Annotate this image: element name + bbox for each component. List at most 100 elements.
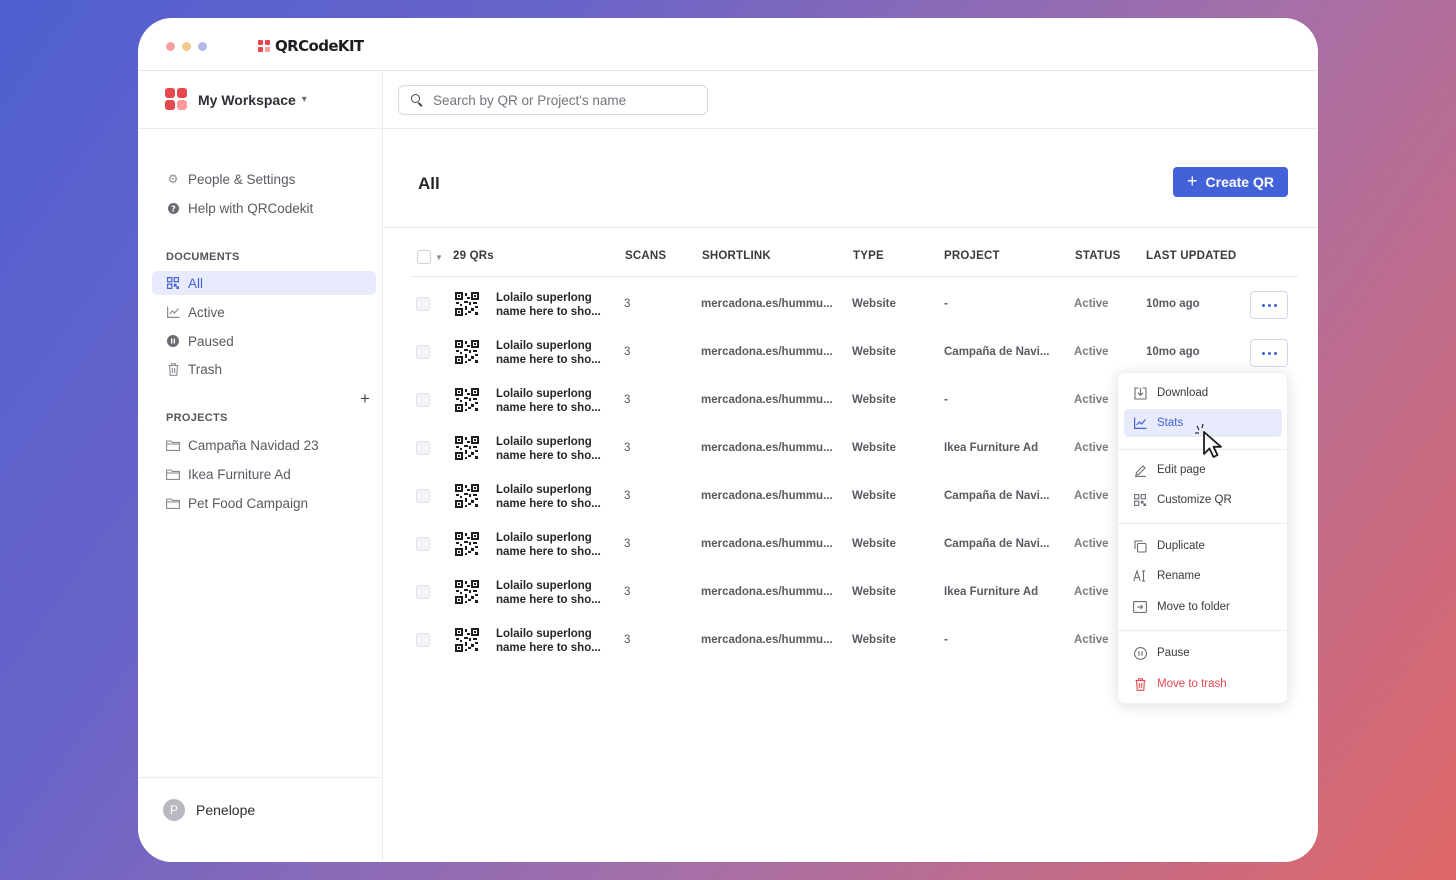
type-cell: Website bbox=[852, 538, 896, 550]
menu-item-label: Rename bbox=[1157, 570, 1201, 582]
menu-item-duplicate[interactable]: Duplicate bbox=[1124, 532, 1282, 560]
sidebar-item-people-settings[interactable]: ⚙ People & Settings bbox=[152, 167, 376, 191]
row-checkbox[interactable] bbox=[416, 345, 430, 359]
app-window: QRCodeKIT My Workspace ▾ ⚙ People & Sett… bbox=[138, 18, 1318, 862]
rename-icon bbox=[1133, 569, 1147, 583]
sidebar-item-label: Paused bbox=[188, 333, 234, 349]
select-all-checkbox[interactable] bbox=[417, 250, 431, 264]
status-cell: Active bbox=[1074, 442, 1109, 454]
row-checkbox[interactable] bbox=[416, 441, 430, 455]
divider bbox=[411, 276, 1298, 277]
sidebar-item-label: Help with QRCodekit bbox=[188, 200, 314, 216]
shortlink-cell[interactable]: mercadona.es/hummu... bbox=[701, 634, 833, 646]
qr-name-line: Lolailo superlong bbox=[496, 484, 592, 496]
column-header-type[interactable]: TYPE bbox=[853, 250, 884, 262]
workspace-switcher[interactable]: My Workspace ▾ bbox=[165, 88, 307, 111]
shortlink-cell[interactable]: mercadona.es/hummu... bbox=[701, 442, 833, 454]
window-minimize-dot[interactable] bbox=[182, 42, 191, 51]
qr-name-line: Lolailo superlong bbox=[496, 292, 592, 304]
menu-item-rename[interactable]: Rename bbox=[1124, 562, 1282, 590]
dot bbox=[1261, 351, 1265, 355]
shortlink-cell[interactable]: mercadona.es/hummu... bbox=[701, 538, 833, 550]
search-box[interactable] bbox=[398, 85, 708, 115]
qr-name-line: Lolailo superlong bbox=[496, 580, 592, 592]
sidebar-item-project-campana[interactable]: Campaña Navidad 23 bbox=[152, 433, 376, 457]
user-menu[interactable]: P Penelope bbox=[163, 799, 255, 821]
column-header-shortlink[interactable]: SHORTLINK bbox=[702, 250, 771, 262]
qr-name[interactable]: Lolailo superlong name here to sho... bbox=[496, 339, 606, 367]
window-zoom-dot[interactable] bbox=[198, 42, 207, 51]
table-row[interactable]: Lolailo superlong name here to sho... 3 mer… bbox=[383, 281, 1318, 329]
shortlink-cell[interactable]: mercadona.es/hummu... bbox=[701, 586, 833, 598]
row-checkbox[interactable] bbox=[416, 297, 430, 311]
qr-thumbnail bbox=[455, 484, 479, 508]
menu-item-move-to-trash[interactable]: Move to trash bbox=[1124, 670, 1282, 698]
menu-item-move-to-folder[interactable]: Move to folder bbox=[1124, 593, 1282, 621]
qr-name[interactable]: Lolailo superlong name here to sho... bbox=[496, 435, 606, 463]
table-row[interactable]: Lolailo superlong name here to sho... 3 mer… bbox=[383, 329, 1318, 377]
menu-divider bbox=[1118, 523, 1289, 524]
project-cell: - bbox=[944, 634, 948, 646]
avatar: P bbox=[163, 799, 185, 821]
project-cell: Ikea Furniture Ad bbox=[944, 586, 1039, 598]
select-all-control[interactable]: ▼ bbox=[417, 250, 443, 264]
create-qr-button[interactable]: + Create QR bbox=[1173, 167, 1288, 197]
sidebar-item-help[interactable]: ? Help with QRCodekit bbox=[152, 196, 376, 220]
row-checkbox[interactable] bbox=[416, 585, 430, 599]
qr-name[interactable]: Lolailo superlong name here to sho... bbox=[496, 531, 606, 559]
scans-cell: 3 bbox=[624, 394, 631, 406]
chevron-down-icon[interactable]: ▼ bbox=[435, 253, 443, 262]
window-close-dot[interactable] bbox=[166, 42, 175, 51]
add-project-button[interactable]: + bbox=[360, 389, 370, 409]
qr-name-line: Lolailo superlong bbox=[496, 340, 592, 352]
qr-name-line: name here to sho... bbox=[496, 354, 601, 366]
row-checkbox[interactable] bbox=[416, 633, 430, 647]
qr-name[interactable]: Lolailo superlong name here to sho... bbox=[496, 291, 606, 319]
sidebar-item-active[interactable]: Active bbox=[152, 300, 376, 324]
menu-item-customize-qr[interactable]: Customize QR bbox=[1124, 486, 1282, 514]
column-header-status[interactable]: STATUS bbox=[1075, 250, 1121, 262]
row-checkbox[interactable] bbox=[416, 393, 430, 407]
column-header-last-updated[interactable]: LAST UPDATED bbox=[1146, 250, 1236, 262]
more-actions-button[interactable] bbox=[1250, 291, 1288, 319]
qr-name[interactable]: Lolailo superlong name here to sho... bbox=[496, 483, 606, 511]
menu-item-label: Download bbox=[1157, 387, 1209, 399]
scans-cell: 3 bbox=[624, 538, 631, 550]
page-title: All bbox=[418, 174, 440, 193]
menu-item-label: Customize QR bbox=[1157, 494, 1232, 506]
shortlink-cell[interactable]: mercadona.es/hummu... bbox=[701, 490, 833, 502]
column-header-project[interactable]: PROJECT bbox=[944, 250, 1000, 262]
chart-line-icon bbox=[166, 305, 180, 319]
project-cell: - bbox=[944, 298, 948, 310]
scans-cell: 3 bbox=[624, 298, 631, 310]
qr-count-header: 29 QRs bbox=[453, 250, 494, 262]
divider bbox=[383, 227, 1318, 228]
sidebar: My Workspace ▾ ⚙ People & Settings ? Hel… bbox=[138, 71, 383, 862]
column-header-scans[interactable]: SCANS bbox=[625, 250, 666, 262]
menu-item-download[interactable]: Download bbox=[1124, 379, 1282, 407]
row-checkbox[interactable] bbox=[416, 489, 430, 503]
shortlink-cell[interactable]: mercadona.es/hummu... bbox=[701, 298, 833, 310]
more-actions-button[interactable] bbox=[1250, 339, 1288, 367]
documents-section-label: DOCUMENTS bbox=[166, 251, 240, 263]
sidebar-item-trash[interactable]: Trash bbox=[152, 357, 376, 381]
scans-cell: 3 bbox=[624, 586, 631, 598]
sidebar-item-label: Campaña Navidad 23 bbox=[188, 437, 319, 453]
shortlink-cell[interactable]: mercadona.es/hummu... bbox=[701, 394, 833, 406]
qr-name[interactable]: Lolailo superlong name here to sho... bbox=[496, 627, 606, 655]
sidebar-item-paused[interactable]: Paused bbox=[152, 329, 376, 353]
brand-logo: QRCodeKIT bbox=[258, 37, 364, 55]
row-checkbox[interactable] bbox=[416, 537, 430, 551]
qr-name[interactable]: Lolailo superlong name here to sho... bbox=[496, 387, 606, 415]
menu-item-label: Move to trash bbox=[1157, 678, 1227, 690]
search-input[interactable] bbox=[433, 92, 683, 108]
qr-name-line: name here to sho... bbox=[496, 642, 601, 654]
shortlink-cell[interactable]: mercadona.es/hummu... bbox=[701, 346, 833, 358]
sidebar-item-project-petfood[interactable]: Pet Food Campaign bbox=[152, 491, 376, 515]
qr-name[interactable]: Lolailo superlong name here to sho... bbox=[496, 579, 606, 607]
sidebar-item-all[interactable]: All bbox=[152, 271, 376, 295]
sidebar-item-project-ikea[interactable]: Ikea Furniture Ad bbox=[152, 462, 376, 486]
status-cell: Active bbox=[1074, 538, 1109, 550]
menu-item-pause[interactable]: Pause bbox=[1124, 639, 1282, 667]
chevron-down-icon: ▾ bbox=[301, 94, 307, 105]
